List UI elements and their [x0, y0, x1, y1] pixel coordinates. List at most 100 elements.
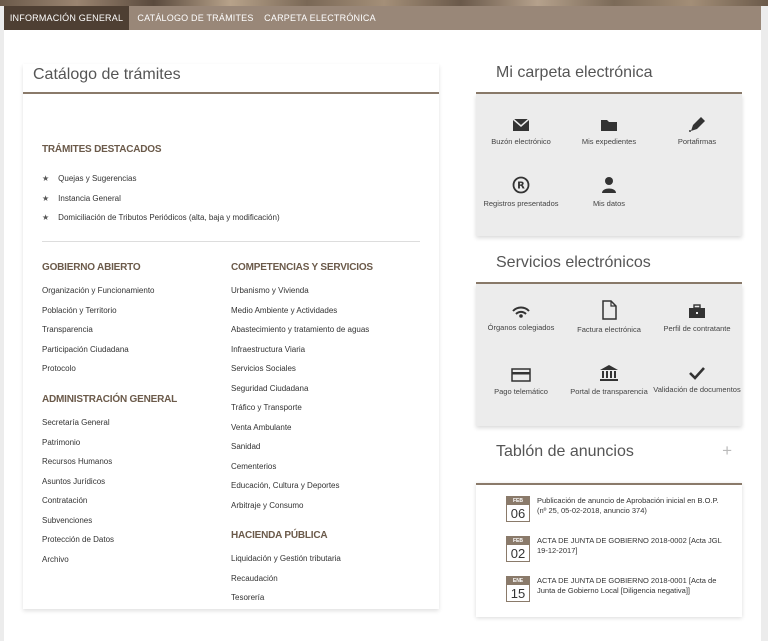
- administracion-general-list: Secretaría General Patrimonio Recursos H…: [42, 418, 114, 574]
- servicios-title: Servicios electrónicos: [496, 254, 651, 271]
- tile-label: Buzón electrónico: [491, 137, 551, 146]
- destacados-heading: TRÁMITES DESTACADOS: [42, 144, 162, 155]
- calendar-day: 02: [510, 546, 526, 561]
- calendar-month: FEB: [507, 537, 529, 545]
- tile-perfil-contratante[interactable]: Perfil de contratante: [653, 304, 741, 334]
- calendar-month: ENE: [507, 577, 529, 585]
- list-item[interactable]: Secretaría General: [42, 418, 114, 438]
- tile-label: Portafirmas: [677, 137, 717, 146]
- star-icon: ★: [42, 213, 50, 223]
- institution-icon: [600, 365, 618, 381]
- list-item[interactable]: Abastecimiento y tratamiento de aguas: [231, 325, 369, 345]
- tile-portafirmas[interactable]: Portafirmas: [653, 116, 741, 147]
- destacado-label: Instancia General: [58, 193, 121, 203]
- tab-carpeta-electronica[interactable]: Carpeta electrónica: [262, 6, 378, 30]
- destacado-label: Quejas y Sugerencias: [58, 174, 137, 184]
- servicios-panel: Órganos colegiados Factura electrónica P…: [476, 284, 742, 426]
- destacado-item[interactable]: ★ Domiciliación de Tributos Periódicos (a…: [42, 208, 280, 228]
- tablon-divider: [476, 483, 742, 485]
- anuncio-text: ACTA DE JUNTA DE GOBIERNO 2018-0002 [Act…: [537, 536, 722, 555]
- list-item[interactable]: Infraestructura Viaria: [231, 345, 369, 365]
- competencias-list: Urbanismo y Vivienda Medio Ambiente y Ac…: [231, 286, 369, 520]
- calendar-icon: FEB 02: [506, 536, 530, 562]
- gobierno-abierto-heading: GOBIERNO ABIERTO: [42, 262, 141, 273]
- list-item[interactable]: Recaudación: [231, 574, 341, 594]
- anuncio-item[interactable]: FEB 02 ACTA DE JUNTA DE GOBIERNO 2018-00…: [506, 536, 726, 562]
- tab-informacion-general[interactable]: Información General: [4, 6, 129, 30]
- anuncio-text: Publicación de anuncio de Aprobación ini…: [537, 496, 719, 515]
- gobierno-abierto-list: Organización y Funcionamiento Población …: [42, 286, 155, 384]
- list-item[interactable]: Tráfico y Transporte: [231, 403, 369, 423]
- destacados-list: ★ Quejas y Sugerencias ★ Instancia General…: [42, 169, 280, 228]
- briefcase-icon: [689, 304, 705, 318]
- catalogo-tramites-card: Catálogo de trámites TRÁMITES DESTACADOS…: [23, 64, 439, 609]
- list-item[interactable]: Contratación: [42, 496, 114, 516]
- calendar-day: 15: [510, 586, 526, 601]
- list-item[interactable]: Participación Ciudadana: [42, 345, 155, 365]
- destacado-item[interactable]: ★ Quejas y Sugerencias: [42, 169, 280, 189]
- carpeta-title: Mi carpeta electrónica: [496, 64, 653, 81]
- list-item[interactable]: Subvenciones: [42, 516, 114, 536]
- anuncio-item[interactable]: ENE 15 ACTA DE JUNTA DE GOBIERNO 2018-00…: [506, 576, 726, 602]
- list-item[interactable]: Patrimonio: [42, 438, 114, 458]
- pen-icon: [689, 117, 705, 132]
- tile-buzon-electronico[interactable]: Buzón electrónico: [477, 118, 565, 147]
- tile-label: Pago telemático: [494, 387, 548, 396]
- catalogo-divider: [23, 92, 439, 94]
- tile-validacion-documentos[interactable]: Validación de documentos: [653, 366, 741, 395]
- tile-mis-datos[interactable]: Mis datos: [565, 176, 653, 209]
- list-item[interactable]: Venta Ambulante: [231, 423, 369, 443]
- svg-text:R: R: [517, 181, 525, 192]
- tab-catalogo-tramites[interactable]: Catálogo de trámites: [129, 6, 262, 30]
- list-item[interactable]: Cementerios: [231, 462, 369, 482]
- star-icon: ★: [42, 193, 50, 203]
- list-item[interactable]: Población y Territorio: [42, 306, 155, 326]
- tablon-title: Tablón de anuncios: [496, 443, 634, 460]
- plus-icon[interactable]: +: [722, 441, 732, 461]
- list-item[interactable]: Recursos Humanos: [42, 457, 114, 477]
- list-item[interactable]: Educación, Cultura y Deportes: [231, 481, 369, 501]
- hacienda-heading: HACIENDA PÚBLICA: [231, 530, 328, 541]
- administracion-general-heading: ADMINISTRACIÓN GENERAL: [42, 394, 178, 405]
- tile-factura-electronica[interactable]: Factura electrónica: [565, 300, 653, 335]
- calendar-day: 06: [510, 506, 526, 521]
- list-item[interactable]: Servicios Sociales: [231, 364, 369, 384]
- tile-label: Órganos colegiados: [487, 323, 555, 332]
- folder-icon: [601, 120, 617, 131]
- tile-mis-expedientes[interactable]: Mis expedientes: [565, 118, 653, 147]
- list-item[interactable]: Urbanismo y Vivienda: [231, 286, 369, 306]
- tile-registros-presentados[interactable]: R Registros presentados: [477, 176, 565, 209]
- destacados-separator: [42, 241, 420, 242]
- list-item[interactable]: Seguridad Ciudadana: [231, 384, 369, 404]
- page-content: Catálogo de trámites TRÁMITES DESTACADOS…: [4, 30, 761, 641]
- tile-label: Portal de transparencia: [570, 387, 648, 396]
- user-icon: [602, 177, 616, 193]
- list-item[interactable]: Protección de Datos: [42, 535, 114, 555]
- destacado-item[interactable]: ★ Instancia General: [42, 189, 280, 209]
- tile-portal-transparencia[interactable]: Portal de transparencia: [565, 364, 653, 397]
- destacado-label: Domiciliación de Tributos Periódicos (al…: [58, 213, 280, 223]
- signal-icon: [512, 306, 530, 318]
- tile-organos-colegiados[interactable]: Órganos colegiados: [477, 302, 565, 333]
- servicios-section: Servicios electrónicos Órganos colegiado…: [476, 254, 742, 428]
- calendar-icon: ENE 15: [506, 576, 530, 602]
- star-icon: ★: [42, 174, 50, 184]
- anuncio-item[interactable]: FEB 06 Publicación de anuncio de Aprobac…: [506, 496, 726, 522]
- list-item[interactable]: Protocolo: [42, 364, 155, 384]
- list-item[interactable]: Transparencia: [42, 325, 155, 345]
- list-item[interactable]: Archivo: [42, 555, 114, 575]
- tablon-section: Tablón de anuncios + FEB 06 Publicación …: [476, 441, 742, 623]
- tile-pago-telematico[interactable]: Pago telemático: [477, 368, 565, 397]
- tile-label: Validación de documentos: [653, 385, 741, 394]
- list-item[interactable]: Liquidación y Gestión tributaria: [231, 554, 341, 574]
- list-item[interactable]: Organización y Funcionamiento: [42, 286, 155, 306]
- main-nav: Información General Catálogo de trámites…: [4, 6, 761, 30]
- calendar-month: FEB: [507, 497, 529, 505]
- carpeta-section: Mi carpeta electrónica Buzón electrónico…: [476, 64, 742, 240]
- list-item[interactable]: Arbitraje y Consumo: [231, 501, 369, 521]
- list-item[interactable]: Medio Ambiente y Actividades: [231, 306, 369, 326]
- list-item[interactable]: Tesorería: [231, 593, 341, 613]
- list-item[interactable]: Asuntos Jurídicos: [42, 477, 114, 497]
- list-item[interactable]: Sanidad: [231, 442, 369, 462]
- competencias-heading: COMPETENCIAS Y SERVICIOS: [231, 262, 373, 273]
